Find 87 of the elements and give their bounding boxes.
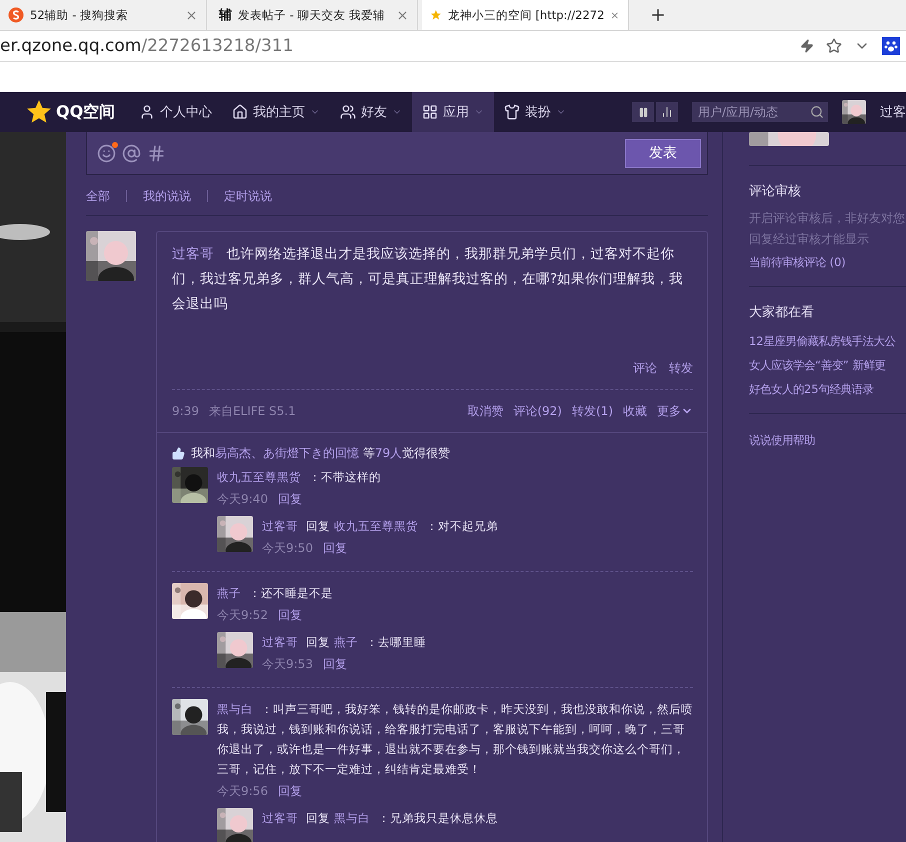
favicon-icon (8, 7, 24, 23)
user-link[interactable]: 收九五至尊黑货 (334, 519, 418, 533)
house-icon (232, 104, 248, 120)
nav-item[interactable]: 装扮 (494, 92, 576, 132)
post-button[interactable]: 发表 (625, 138, 701, 168)
chart-button[interactable] (656, 102, 678, 122)
user-name[interactable]: 过客 (880, 103, 906, 121)
author-link[interactable]: 过客哥 (172, 246, 214, 262)
action-link[interactable]: 收藏 (623, 402, 647, 420)
comment-text: 燕子 ：还不睡是不是 (217, 585, 334, 602)
comment-time: 今天9:53 (262, 656, 313, 673)
reply-text: 过客哥 回复 燕子 ：去哪里睡 (262, 634, 427, 651)
comment-time: 今天9:56 (217, 783, 268, 800)
pause-button[interactable] (632, 102, 654, 122)
user-link[interactable]: 易高杰、 (215, 446, 263, 460)
favicon-icon: 辅 (219, 6, 232, 24)
post-text: 过客哥 也许网络选择退出才是我应该选择的，我那群兄弟学员们，过客对不起你们，我过客兄弟多，群人气高，可是真正理解我过客的，在哪?如果你们理解我，我会退出吗 (172, 245, 684, 314)
close-icon[interactable] (185, 8, 198, 22)
search-field[interactable]: 用户/应用/动态 (692, 102, 828, 122)
action-link[interactable]: 评论 (633, 360, 657, 377)
reply-link[interactable]: 回复 (278, 603, 302, 627)
comment-text: 黑与白 ：叫声三哥吧，我好笨，钱转的是你邮政卡，昨天没到，我也没敢和你说，然后喷我，我说过，钱到账和你说话，给客服打完电话了，客服说下午能到，呵呵，晚了，三哥你退出了，或许也是一件好事，退出就不要在参与，那个钱到账就当我交你这么个哥们，三哥，记住，放下不一定难过，纠结肯定最难受！ (217, 701, 693, 778)
comment-time: 今天9:40 (217, 491, 268, 508)
sidebar-link[interactable]: 12星座男偷藏私房钱手法大公 (749, 331, 906, 351)
shirt-icon (504, 104, 520, 120)
paw-icon[interactable] (882, 37, 900, 55)
filter-link[interactable]: 定时说说 (207, 190, 288, 202)
grid-icon (422, 104, 438, 120)
action-link[interactable]: 更多 (657, 402, 693, 420)
likes-text: 我和易高杰、あ街燈下き的回憶 等79人觉得很赞 (191, 445, 450, 462)
comment-time: 今天9:52 (217, 607, 268, 624)
user-link[interactable]: 黑与白 (334, 811, 370, 825)
help-link[interactable]: 说说使用帮助 (749, 430, 906, 450)
reply-text: 过客哥 回复 黑与白 ：兄弟我只是休息休息 (262, 810, 499, 827)
filter-link[interactable]: 我的说说 (126, 190, 207, 202)
reply-link[interactable]: 回复 (322, 652, 347, 676)
pause-icon (638, 106, 648, 118)
comment-text: 收九五至尊黑货 ：不带这样的 (217, 469, 382, 486)
emoji-icon[interactable] (97, 144, 116, 162)
plus-icon[interactable] (649, 6, 667, 24)
nav-item[interactable]: 好友 (330, 92, 412, 132)
reply-link[interactable]: 回复 (278, 779, 302, 803)
star-icon[interactable] (826, 38, 842, 54)
user-icon (139, 104, 156, 120)
author-link[interactable]: 收九五至尊黑货 (217, 470, 301, 484)
reply-link[interactable]: 回复 (278, 487, 302, 511)
author-link[interactable]: 燕子 (217, 586, 241, 600)
sidebar-link[interactable]: 当前待审核评论 (0) (749, 252, 906, 272)
user-link[interactable]: 79人 (374, 446, 402, 460)
people-icon (340, 104, 356, 120)
user-link[interactable]: あ街燈下き的回憶 (263, 446, 359, 460)
user-link[interactable]: 燕子 (334, 635, 358, 649)
author-link[interactable]: 过客哥 (262, 635, 298, 649)
thumbs-up-icon (172, 447, 185, 460)
section-note: 回复经过审核才能显示 (749, 231, 870, 248)
address-field[interactable]: er.qzone.qq.com/2272613218/311 (0, 36, 800, 56)
post-source: 来自ELIFE S5.1 (208, 402, 296, 420)
action-link[interactable]: 评论(92) (513, 402, 562, 420)
action-link[interactable]: 转发 (669, 360, 693, 377)
search-icon[interactable] (810, 105, 824, 119)
logo-text[interactable]: QQ空间 (56, 102, 116, 122)
action-link[interactable]: 转发(1) (572, 402, 613, 420)
author-link[interactable]: 过客哥 (262, 811, 298, 825)
filter-link[interactable]: 全部 (86, 190, 126, 202)
sidebar-link[interactable]: 女人应该学会“善变” 新鲜更 (749, 355, 906, 375)
section-title: 评论审核 (749, 183, 802, 200)
action-link[interactable]: 取消赞 (467, 402, 504, 420)
lightning-icon[interactable] (800, 39, 814, 53)
at-icon[interactable] (122, 144, 141, 162)
bars-icon (661, 106, 673, 118)
author-link[interactable]: 过客哥 (262, 519, 298, 533)
reply-link[interactable]: 回复 (322, 536, 347, 560)
post-time: 9:39 (172, 404, 199, 418)
author-link[interactable]: 黑与白 (217, 702, 253, 716)
hash-icon[interactable] (147, 144, 166, 162)
nav-item[interactable]: 我的主页 (222, 92, 330, 132)
section-note: 开启评论审核后，非好友对您 (749, 210, 906, 227)
nav-item[interactable]: 应用 (412, 92, 494, 132)
star-logo-icon (26, 99, 52, 125)
close-icon[interactable] (396, 8, 409, 22)
comment-time: 今天9:50 (262, 540, 313, 557)
reply-text: 过客哥 回复 收九五至尊黑货 ：对不起兄弟 (262, 518, 499, 535)
composer-box[interactable]: 发表 (86, 132, 708, 175)
sidebar-link[interactable]: 好色女人的25句经典语录 (749, 379, 906, 399)
browser-tab[interactable]: 龙神小三的空间 [http://2272 (422, 0, 629, 30)
nav-item[interactable]: 个人中心 (129, 92, 222, 132)
section-title: 大家都在看 (749, 304, 815, 321)
